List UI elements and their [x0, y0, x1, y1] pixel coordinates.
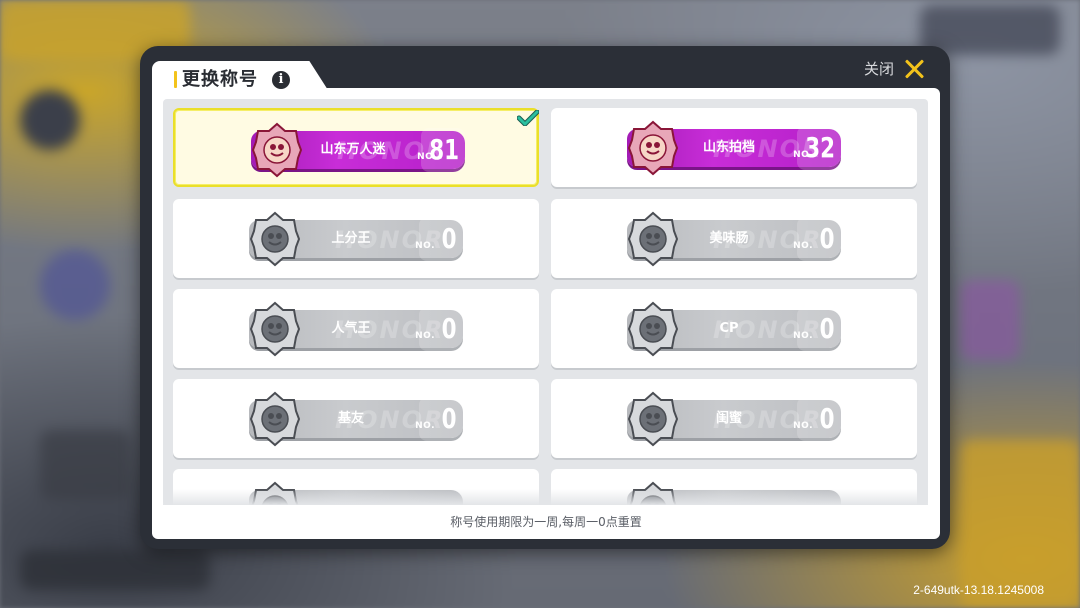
title-count: 0	[442, 312, 457, 345]
title-card[interactable]: HONOR 闺蜜 NO. 0	[551, 379, 917, 458]
title-card[interactable]: HONOR 山东拍档 NO. 32	[551, 108, 917, 187]
title-name: 闺蜜	[715, 411, 742, 426]
title-name: 山东拍档	[702, 140, 755, 155]
info-icon[interactable]: i	[272, 71, 290, 89]
close-label[interactable]: 关闭	[864, 59, 894, 79]
title-count: 32	[805, 131, 835, 164]
title-badge: HONOR 闺蜜 NO. 0	[627, 391, 841, 447]
footer-note: 称号使用期限为一周,每周一0点重置	[450, 515, 642, 529]
build-version: 2-649utk-13.18.1245008	[913, 583, 1044, 597]
title-badge: HONOR 山东万人迷 NO. 81	[251, 122, 465, 178]
no-label: NO.	[415, 331, 435, 341]
title-name: CP	[719, 321, 739, 336]
title-badge: HONOR 人气王 NO. 0	[249, 301, 463, 357]
title-card[interactable]: HONOR 山东万人迷 NO. 81	[173, 108, 540, 187]
title-accent-bar	[174, 71, 177, 88]
pair-emblem-icon	[249, 391, 301, 447]
heart-emblem-icon	[627, 301, 679, 357]
title-badge: HONOR 山东拍档 NO. 32	[627, 120, 841, 176]
title-name: 基友	[337, 411, 364, 426]
no-label: NO.	[793, 421, 813, 431]
title-list[interactable]: HONOR 山东万人迷 NO. 81 HONOR 山东拍档 NO. 32 HON…	[163, 99, 928, 505]
no-label: NO.	[793, 331, 813, 341]
no-label: NO.	[415, 241, 435, 251]
title-count: 0	[442, 222, 457, 255]
title-count: 0	[820, 402, 835, 435]
title-badge: HONOR 基友 NO. 0	[249, 391, 463, 447]
title-card[interactable]: HONOR 上分王 NO. 0	[173, 199, 539, 278]
star-emblem-icon	[249, 211, 301, 267]
smile-emblem-icon	[627, 211, 679, 267]
dialog-title: 更换称号	[182, 69, 258, 90]
close-icon[interactable]	[903, 58, 925, 80]
title-card[interactable]: HONOR 人气王 NO. 0	[173, 289, 539, 368]
cake-emblem-icon	[251, 122, 303, 178]
title-name: 人气王	[331, 321, 371, 336]
title-count: 81	[429, 133, 459, 166]
title-badge: HONOR 上分王 NO. 0	[249, 211, 463, 267]
title-name: 上分王	[331, 231, 371, 246]
selected-check-icon	[516, 109, 540, 127]
no-label: NO.	[793, 241, 813, 251]
partner-emblem-icon	[627, 120, 679, 176]
title-count: 0	[820, 312, 835, 345]
title-count: 0	[442, 402, 457, 435]
title-card[interactable]: HONOR CP NO. 0	[551, 289, 917, 368]
title-name: 山东万人迷	[320, 142, 386, 157]
title-card[interactable]: HONOR 美味肠 NO. 0	[551, 199, 917, 278]
list-fade	[163, 489, 928, 505]
title-card[interactable]: HONOR 基友 NO. 0	[173, 379, 539, 458]
no-label: NO.	[415, 421, 435, 431]
flame-emblem-icon	[249, 301, 301, 357]
girls-emblem-icon	[627, 391, 679, 447]
title-count: 0	[820, 222, 835, 255]
title-badge: HONOR 美味肠 NO. 0	[627, 211, 841, 267]
title-name: 美味肠	[709, 231, 749, 246]
title-badge: HONOR CP NO. 0	[627, 301, 841, 357]
